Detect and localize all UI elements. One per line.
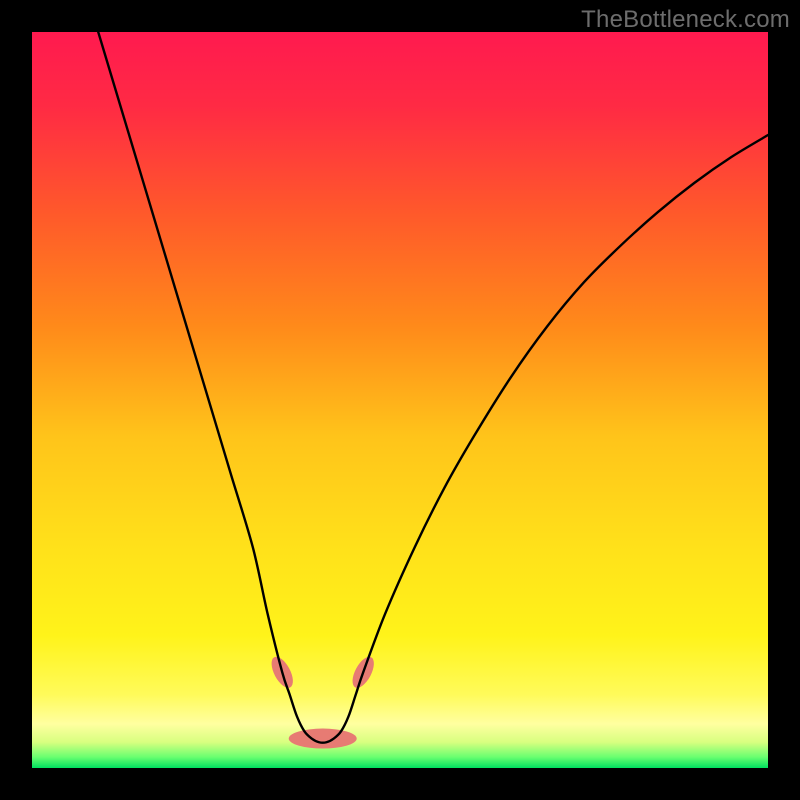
chart-frame: TheBottleneck.com <box>0 0 800 800</box>
trough-marker <box>289 729 357 749</box>
bottleneck-chart <box>32 32 768 768</box>
watermark-text: TheBottleneck.com <box>581 6 790 34</box>
plot-area <box>32 32 768 768</box>
gradient-background <box>32 32 768 768</box>
